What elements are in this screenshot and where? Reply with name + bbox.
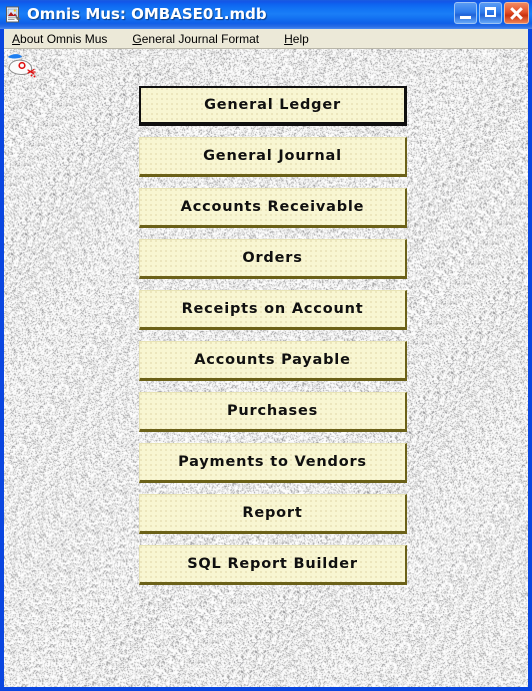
button-label: Accounts Receivable bbox=[180, 199, 365, 215]
button-receipts-on-account[interactable]: Receipts on Account bbox=[139, 290, 407, 330]
button-accounts-payable[interactable]: Accounts Payable bbox=[139, 341, 407, 381]
button-label: Purchases bbox=[226, 403, 319, 419]
document-image-icon bbox=[5, 6, 22, 23]
button-label: Orders bbox=[242, 250, 303, 266]
button-sql-report-builder[interactable]: SQL Report Builder bbox=[139, 545, 407, 585]
button-general-ledger[interactable]: General Ledger bbox=[139, 86, 407, 126]
menu-accelerator: A bbox=[12, 31, 21, 46]
button-label: Payments to Vendors bbox=[178, 454, 367, 470]
mouse-logo-icon bbox=[6, 51, 42, 81]
close-button[interactable] bbox=[504, 2, 529, 24]
menu-bar: About Omnis Mus General Journal Format Hel… bbox=[4, 29, 528, 49]
menu-accelerator: H bbox=[284, 31, 293, 46]
menu-general-journal-format[interactable]: General Journal Format bbox=[130, 31, 268, 47]
button-label: General Ledger bbox=[204, 97, 341, 113]
application-window: Omnis Mus: OMBASE01.mdb About Omnis Mus G… bbox=[0, 0, 532, 691]
button-label: General Journal bbox=[203, 148, 342, 164]
button-purchases[interactable]: Purchases bbox=[139, 392, 407, 432]
button-label: Receipts on Account bbox=[181, 301, 364, 317]
button-report[interactable]: Report bbox=[139, 494, 407, 534]
button-label: SQL Report Builder bbox=[187, 556, 358, 572]
menu-about-omnis-mus[interactable]: About Omnis Mus bbox=[10, 31, 116, 47]
menu-help[interactable]: Help bbox=[282, 31, 318, 47]
minimize-button[interactable] bbox=[454, 2, 477, 24]
button-accounts-receivable[interactable]: Accounts Receivable bbox=[139, 188, 407, 228]
maximize-button[interactable] bbox=[479, 2, 502, 24]
button-payments-to-vendors[interactable]: Payments to Vendors bbox=[139, 443, 407, 483]
button-general-journal[interactable]: General Journal bbox=[139, 137, 407, 177]
button-orders[interactable]: Orders bbox=[139, 239, 407, 279]
menu-accelerator: G bbox=[132, 31, 142, 46]
window-title: Omnis Mus: OMBASE01.mdb bbox=[27, 5, 267, 23]
button-label: Accounts Payable bbox=[194, 352, 351, 368]
title-bar[interactable]: Omnis Mus: OMBASE01.mdb bbox=[0, 0, 532, 29]
main-menu-button-stack: General Ledger General Journal Accounts Re… bbox=[139, 86, 407, 596]
client-area: General Ledger General Journal Accounts Re… bbox=[4, 49, 528, 687]
window-controls bbox=[454, 2, 529, 24]
button-label: Report bbox=[242, 505, 303, 521]
